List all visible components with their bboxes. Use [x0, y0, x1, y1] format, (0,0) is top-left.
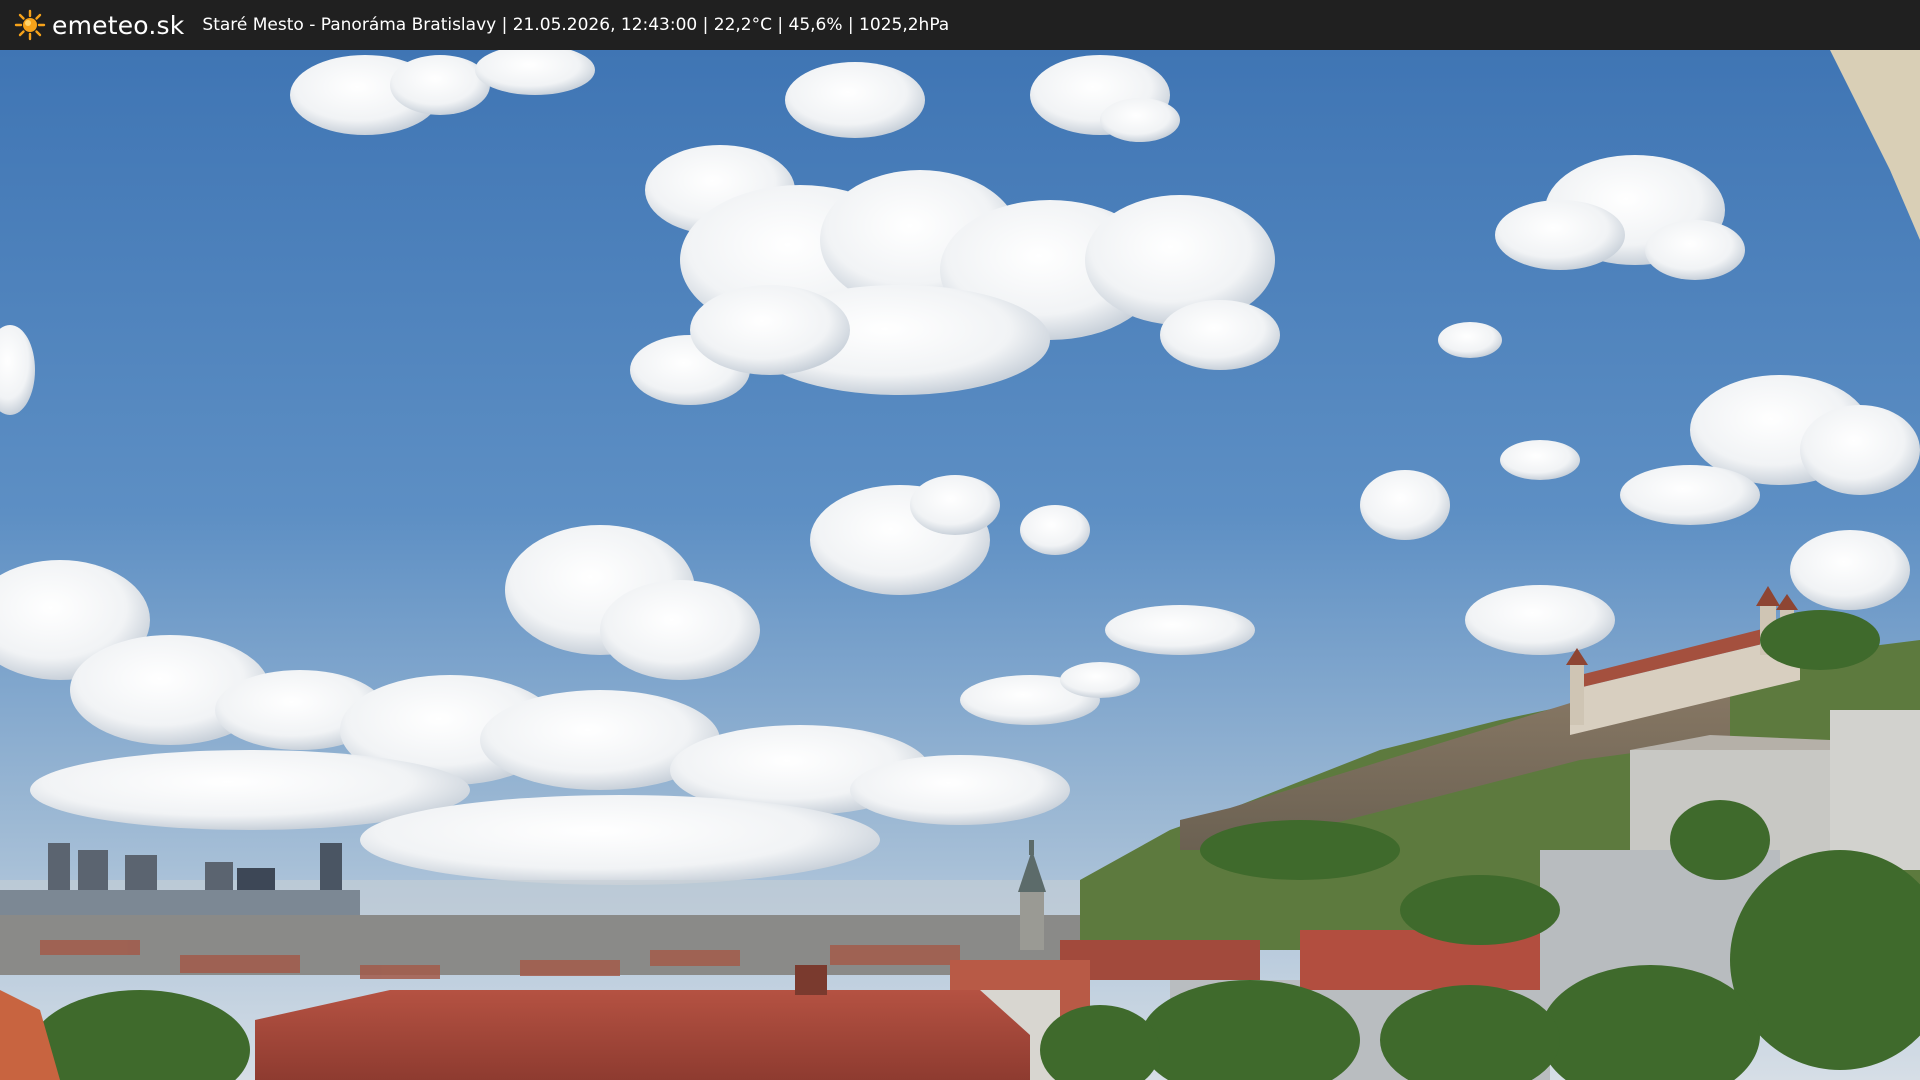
sun-icon — [14, 9, 46, 41]
webcam-caption: Staré Mesto - Panoráma Bratislavy | 21.0… — [202, 15, 950, 35]
brand-name: emeteo.sk — [52, 10, 185, 40]
header-bar: emeteo.sk Staré Mesto - Panoráma Bratisl… — [0, 0, 1920, 50]
webcam-image — [0, 50, 1920, 1080]
brand-logo[interactable]: emeteo.sk — [14, 0, 184, 50]
webcam-scene — [0, 50, 1920, 1080]
